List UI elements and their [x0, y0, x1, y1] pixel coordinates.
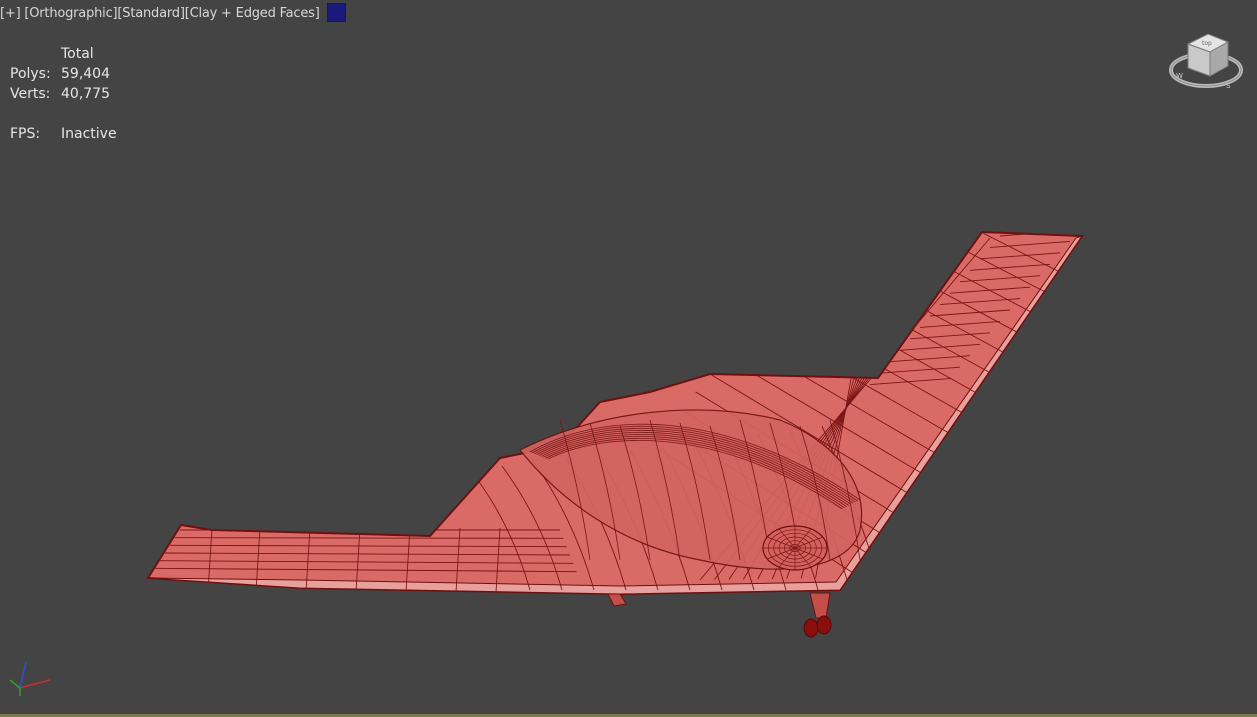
viewcube-icon[interactable]: top W S [1166, 28, 1246, 94]
landing-gear [607, 592, 832, 638]
svg-text:S: S [1226, 82, 1231, 90]
axis-tripod-icon [9, 661, 51, 696]
viewport[interactable]: [+] [Orthographic] [Standard] [Clay + Ed… [0, 0, 1257, 717]
viewcube-face-label: top [1202, 40, 1212, 47]
svg-text:W: W [1176, 72, 1183, 80]
wing-surface [146, 230, 1084, 596]
flying-wing-mesh[interactable] [0, 0, 1257, 717]
mesh-edge [837, 232, 1059, 272]
